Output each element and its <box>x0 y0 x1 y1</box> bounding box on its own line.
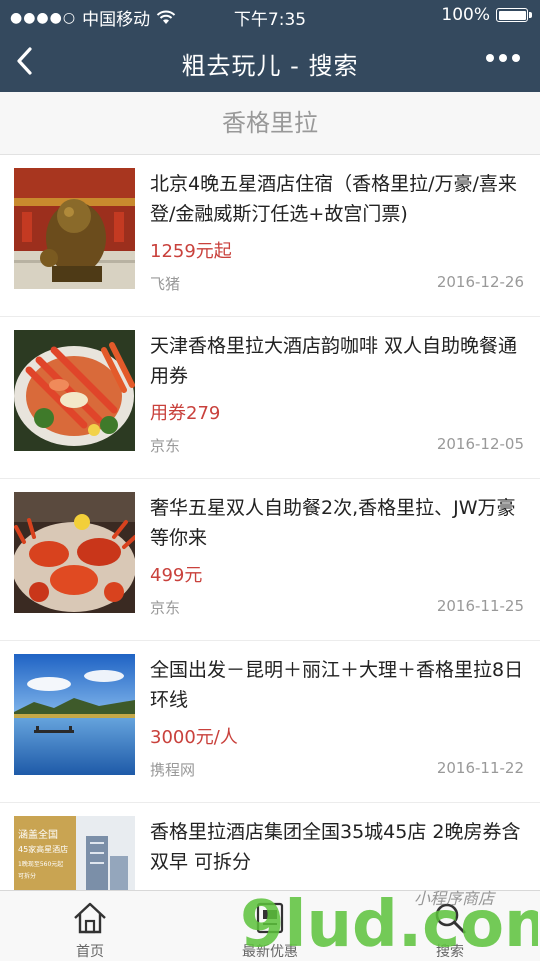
result-item[interactable]: 涵盖全国 45家高星酒店 1晚现至560元起 可拆分 香格里拉酒店集团全国35城… <box>0 803 540 890</box>
result-title: 北京4晚五星酒店住宿（香格里拉/万豪/喜来登/金融威斯汀任选+故宫门票) <box>150 173 517 225</box>
more-dots-icon[interactable] <box>486 54 520 62</box>
result-source: 京东 <box>150 437 181 455</box>
search-term: 香格里拉 <box>0 92 540 155</box>
result-date: 2016-12-26 <box>436 273 524 291</box>
result-price: 499元 <box>150 565 203 586</box>
nav-bar: 粗去玩儿 - 搜索 <box>0 30 540 92</box>
tab-search-label: 搜索 <box>436 944 464 960</box>
tab-search[interactable]: 搜索 <box>360 891 540 961</box>
result-thumbnail: 涵盖全国 45家高星酒店 1晚现至560元起 可拆分 <box>14 816 135 890</box>
status-bar: ●●●●○ 中国移动 下午7:35 100% <box>0 0 540 30</box>
home-icon <box>74 902 106 934</box>
result-thumbnail <box>14 654 135 775</box>
tab-deals-label: 最新优惠 <box>242 944 298 960</box>
result-title: 香格里拉酒店集团全国35城45店 2晚房券含双早 可拆分 <box>150 821 521 873</box>
battery-icon <box>496 8 532 22</box>
result-price: 3000元/人 <box>150 727 238 748</box>
result-item[interactable]: 北京4晚五星酒店住宿（香格里拉/万豪/喜来登/金融威斯汀任选+故宫门票) 125… <box>0 155 540 317</box>
result-price: 1259元起 <box>150 241 232 262</box>
result-date: 2016-12-05 <box>436 435 524 453</box>
result-price: 用券279 <box>150 403 221 424</box>
result-thumbnail <box>14 330 135 451</box>
result-thumbnail <box>14 168 135 289</box>
result-title: 天津香格里拉大酒店韵咖啡 双人自助晚餐通用券 <box>150 335 518 387</box>
ticket-icon <box>256 902 284 934</box>
tab-home-label: 首页 <box>76 944 104 960</box>
result-list: 北京4晚五星酒店住宿（香格里拉/万豪/喜来登/金融威斯汀任选+故宫门票) 125… <box>0 155 540 890</box>
thumb-promo-line: 可拆分 <box>18 872 36 880</box>
battery-percent: 100% <box>441 5 490 25</box>
result-title: 全国出发－昆明＋丽江＋大理＋香格里拉8日环线 <box>150 659 524 711</box>
result-source: 携程网 <box>150 761 196 779</box>
result-date: 2016-11-22 <box>436 759 524 777</box>
result-thumbnail <box>14 492 135 613</box>
thumb-promo-line: 45家高星酒店 <box>18 844 68 854</box>
result-title: 奢华五星双人自助餐2次,香格里拉、JW万豪等你来 <box>150 497 516 549</box>
tab-deals[interactable]: 最新优惠 <box>180 891 360 961</box>
result-item[interactable]: 奢华五星双人自助餐2次,香格里拉、JW万豪等你来 499元 京东 2016-11… <box>0 479 540 641</box>
thumb-promo-line: 1晚现至560元起 <box>18 860 63 868</box>
search-icon <box>435 903 466 934</box>
tab-home[interactable]: 首页 <box>0 891 180 961</box>
result-source: 飞猪 <box>150 275 181 293</box>
page-title: 粗去玩儿 - 搜索 <box>181 52 359 80</box>
result-source: 京东 <box>150 599 181 617</box>
result-item[interactable]: 天津香格里拉大酒店韵咖啡 双人自助晚餐通用券 用券279 京东 2016-12-… <box>0 317 540 479</box>
tab-bar: 首页 最新优惠 搜索 <box>0 890 540 961</box>
result-item[interactable]: 全国出发－昆明＋丽江＋大理＋香格里拉8日环线 3000元/人 携程网 2016-… <box>0 641 540 803</box>
result-date: 2016-11-25 <box>436 597 524 615</box>
thumb-promo-line: 涵盖全国 <box>18 828 58 841</box>
